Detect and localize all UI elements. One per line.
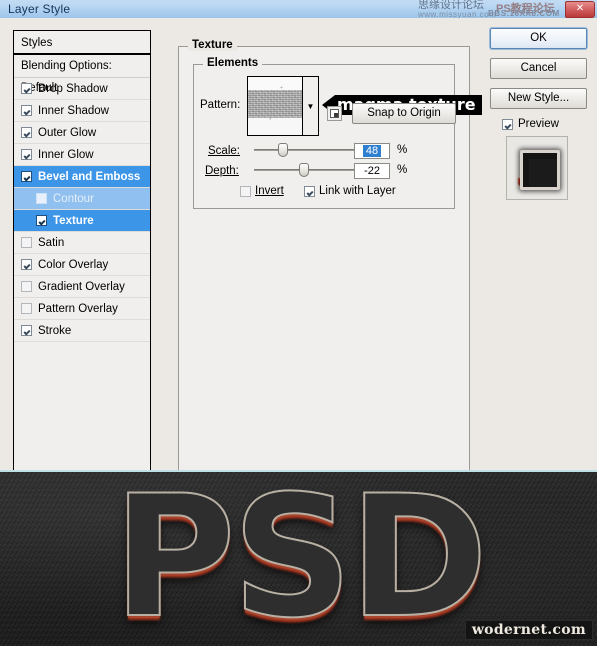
ok-button[interactable]: OK	[489, 27, 588, 50]
pattern-label: Pattern:	[200, 99, 241, 111]
new-preset-icon-button[interactable]	[327, 106, 342, 121]
artwork-text: PSD	[112, 470, 490, 646]
layer-style-dialog: Layer Style 思缘设计论坛 www.missyuan.com PS教程…	[0, 0, 597, 646]
styles-item-checkbox[interactable]	[21, 149, 32, 160]
styles-item-checkbox[interactable]	[21, 127, 32, 138]
blending-options-row[interactable]: Blending Options: Default	[14, 55, 150, 94]
styles-list-header: Styles	[14, 31, 150, 55]
styles-item-outer-glow[interactable]: Outer Glow	[14, 122, 150, 144]
scale-slider-track	[254, 149, 358, 151]
snap-to-origin-button[interactable]: Snap to Origin	[352, 103, 456, 124]
styles-item-color-overlay[interactable]: Color Overlay	[14, 254, 150, 276]
depth-slider-thumb[interactable]	[299, 163, 309, 177]
chevron-down-icon[interactable]: ▼	[303, 77, 318, 135]
depth-unit: %	[397, 164, 408, 176]
styles-item-label: Drop Shadow	[38, 82, 108, 95]
pattern-picker[interactable]: ▼	[247, 76, 319, 136]
preview-checkbox[interactable]	[502, 118, 513, 130]
new-style-button[interactable]: New Style...	[490, 88, 587, 109]
styles-item-stroke[interactable]: Stroke	[14, 320, 150, 342]
link-with-layer-checkbox[interactable]	[304, 185, 315, 197]
preview-thumbnail	[506, 136, 568, 200]
styles-item-checkbox[interactable]	[21, 237, 32, 248]
watermark-bbs: BBS.16XX8.COM	[488, 9, 560, 18]
invert-checkbox[interactable]	[240, 185, 251, 197]
artwork-preview: PSD wodernet.com	[0, 470, 597, 646]
preview-thumbnail-art	[517, 148, 560, 190]
preview-label: Preview	[518, 118, 559, 130]
styles-item-inner-glow[interactable]: Inner Glow	[14, 144, 150, 166]
link-with-layer-row[interactable]: Link with Layer	[304, 185, 396, 197]
cancel-button[interactable]: Cancel	[490, 58, 587, 79]
preview-thumb-inner	[529, 159, 557, 187]
depth-label: Depth:	[205, 165, 239, 177]
styles-item-label: Contour	[53, 192, 94, 205]
styles-item-checkbox[interactable]	[21, 325, 32, 336]
close-icon[interactable]: ✕	[565, 1, 595, 18]
styles-item-checkbox[interactable]	[36, 215, 47, 226]
scale-input[interactable]: 48	[354, 143, 390, 159]
styles-item-gradient-overlay[interactable]: Gradient Overlay	[14, 276, 150, 298]
scale-label: Scale:	[208, 145, 240, 157]
styles-item-label: Satin	[38, 236, 65, 249]
styles-item-checkbox[interactable]	[21, 281, 32, 292]
pattern-swatch[interactable]	[248, 77, 303, 135]
styles-item-label: Pattern Overlay	[38, 302, 118, 315]
link-with-layer-label: Link with Layer	[319, 185, 396, 197]
styles-item-checkbox[interactable]	[21, 303, 32, 314]
styles-item-checkbox[interactable]	[21, 83, 32, 94]
scale-unit: %	[397, 144, 408, 156]
scale-slider[interactable]	[254, 143, 358, 157]
styles-item-checkbox[interactable]	[21, 105, 32, 116]
styles-rows: Drop Shadow Inner Shadow Outer Glow Inner G…	[14, 78, 150, 342]
styles-item-label: Bevel and Emboss	[38, 170, 141, 183]
dialog-actions: OK Cancel New Style... Preview	[489, 27, 590, 200]
new-preset-icon	[330, 109, 339, 118]
styles-item-pattern-overlay[interactable]: Pattern Overlay	[14, 298, 150, 320]
styles-item-checkbox[interactable]	[36, 193, 47, 204]
scale-slider-thumb[interactable]	[278, 143, 288, 157]
texture-group: Texture Elements Pattern: ▼ magma textur…	[178, 39, 482, 473]
window-title: Layer Style	[8, 2, 71, 16]
styles-item-checkbox[interactable]	[21, 171, 32, 182]
title-bar: Layer Style 思缘设计论坛 www.missyuan.com PS教程…	[0, 0, 597, 19]
invert-checkbox-row[interactable]: Invert	[240, 185, 284, 197]
styles-item-label: Outer Glow	[38, 126, 97, 139]
elements-group: Elements Pattern: ▼ magma texture Snap t…	[193, 57, 482, 209]
dialog-body: Styles Blending Options: Default Drop Sh…	[0, 18, 597, 473]
styles-item-label: Inner Glow	[38, 148, 94, 161]
styles-item-checkbox[interactable]	[21, 259, 32, 270]
depth-slider[interactable]	[254, 163, 358, 177]
styles-list-empty-area	[14, 342, 150, 458]
preview-row[interactable]: Preview	[502, 118, 590, 130]
styles-item-contour[interactable]: Contour	[14, 188, 150, 210]
texture-group-label: Texture	[188, 39, 237, 51]
styles-item-label: Color Overlay	[38, 258, 109, 271]
depth-input[interactable]: -22	[354, 163, 390, 179]
styles-item-label: Gradient Overlay	[38, 280, 125, 293]
artwork-watermark: wodernet.com	[464, 620, 593, 640]
styles-item-bevel-and-emboss[interactable]: Bevel and Emboss	[14, 166, 150, 188]
styles-item-satin[interactable]: Satin	[14, 232, 150, 254]
styles-list-panel: Styles Blending Options: Default Drop Sh…	[13, 30, 151, 473]
styles-item-inner-shadow[interactable]: Inner Shadow	[14, 100, 150, 122]
styles-item-label: Inner Shadow	[38, 104, 109, 117]
styles-item-texture[interactable]: Texture	[14, 210, 150, 232]
styles-item-label: Stroke	[38, 324, 72, 337]
styles-item-label: Texture	[53, 214, 94, 227]
invert-label: Invert	[255, 185, 284, 197]
elements-group-label: Elements	[203, 57, 263, 69]
preview-thumb-square	[520, 150, 560, 190]
